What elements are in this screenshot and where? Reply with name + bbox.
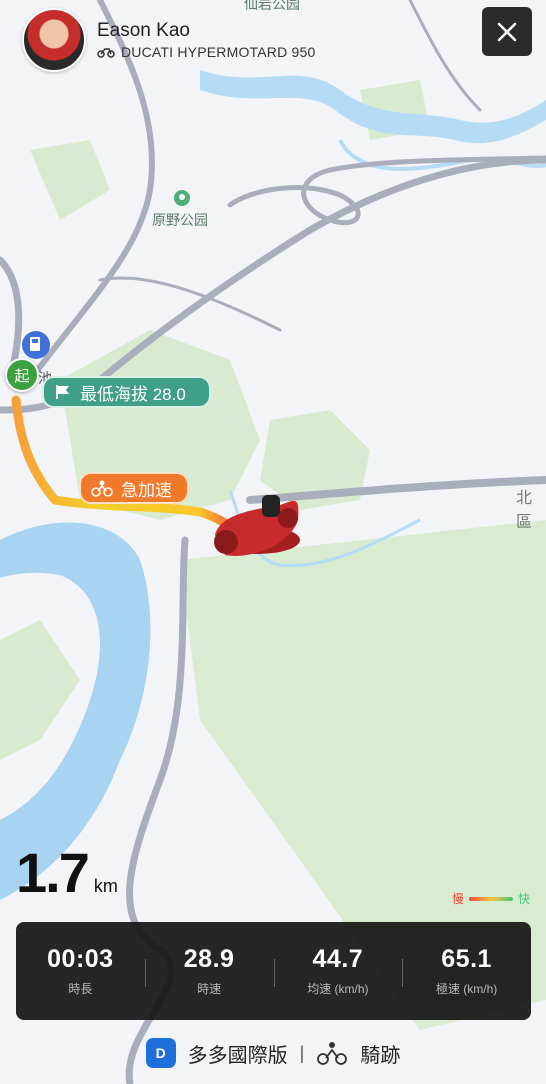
road-label: 北區 [516, 490, 533, 531]
ride-track-icon [317, 1042, 348, 1065]
legend-slow: 慢 [452, 892, 465, 906]
stat-speed: 28.9 時速 [144, 945, 274, 997]
stat-average-speed: 44.7 均速 (km/h) [273, 945, 403, 997]
app-footer: D 多多國際版 | 騎跡 [0, 1022, 546, 1084]
close-button[interactable] [482, 7, 532, 56]
stat-top-speed: 65.1 極速 (km/h) [402, 945, 531, 997]
hard-acceleration-tag[interactable]: 急加速 [79, 472, 189, 504]
stat-value: 00:03 [47, 945, 114, 973]
section-name: 騎跡 [360, 1044, 401, 1067]
stat-value: 28.9 [183, 945, 235, 973]
app-logo-icon: D [145, 1038, 176, 1068]
flag-icon [56, 385, 69, 399]
park-pin-icon [174, 190, 190, 206]
bike-info: DUCATI HYPERMOTARD 950 [97, 44, 315, 60]
legend-gradient-bar [469, 896, 514, 901]
gas-station-icon [22, 331, 50, 359]
bike-model: DUCATI HYPERMOTARD 950 [121, 44, 316, 60]
app-name: 多多國際版 [187, 1044, 288, 1067]
stat-label: 時長 [68, 982, 93, 996]
user-name: Eason Kao [97, 20, 190, 41]
stat-label: 均速 (km/h) [307, 982, 369, 996]
lowest-altitude-text: 最低海拔 28.0 [80, 384, 186, 404]
lowest-altitude-tag[interactable]: 最低海拔 28.0 [42, 376, 211, 408]
hard-acceleration-text: 急加速 [121, 480, 172, 500]
distance-value: 1.7 [16, 841, 90, 904]
stat-value: 44.7 [312, 945, 364, 973]
start-marker[interactable]: 起 [5, 358, 39, 392]
legend-fast: 快 [518, 892, 531, 906]
poi-label-top: 仙岩公园 [244, 0, 300, 12]
rider-icon [91, 480, 113, 497]
stat-duration: 00:03 時長 [16, 945, 145, 997]
stat-value: 65.1 [441, 945, 492, 973]
poi-label-park: 原野公园 [152, 212, 208, 228]
speed-legend: 慢 快 [452, 890, 530, 907]
distance-readout: 1.7 km [16, 840, 118, 905]
stat-label: 極速 (km/h) [435, 982, 498, 996]
distance-unit: km [93, 876, 118, 896]
start-label: 起 [14, 367, 30, 385]
avatar[interactable] [22, 8, 86, 72]
motorcycle-icon [97, 48, 115, 58]
stat-label: 時速 [197, 982, 222, 996]
footer-separator: | [299, 1042, 305, 1063]
close-icon [497, 22, 517, 41]
stats-panel: 00:03 時長 28.9 時速 44.7 均速 (km/h) 65.1 極速 … [16, 922, 531, 1020]
